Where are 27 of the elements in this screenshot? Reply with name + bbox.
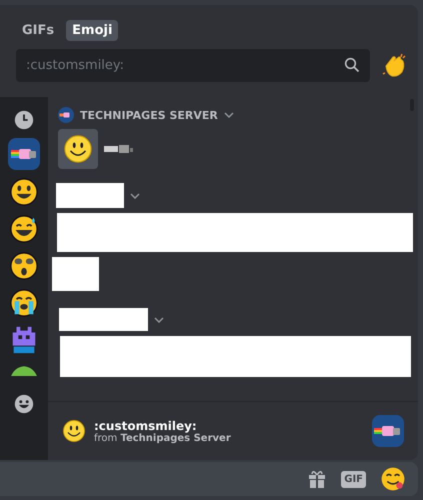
grinning-face-icon[interactable] <box>9 177 39 207</box>
yum-face-icon[interactable] <box>380 466 406 492</box>
redacted-block <box>52 257 99 291</box>
picker-tab[interactable]: GIFs <box>16 20 60 41</box>
smiley-icon[interactable] <box>13 393 35 415</box>
sweat-smile-face-icon[interactable] <box>9 214 39 244</box>
chevron-down-icon[interactable] <box>130 192 140 198</box>
redacted-block <box>56 183 124 208</box>
emoji-tile[interactable] <box>58 129 98 169</box>
chevron-down-icon[interactable] <box>224 112 234 118</box>
emoji-source: from Technipages Server <box>94 432 232 444</box>
astonished-face-icon[interactable] <box>9 251 39 281</box>
search-icon <box>344 57 360 73</box>
gif-button[interactable]: GIF <box>341 470 366 488</box>
section-title: TECHNIPAGES SERVER <box>80 108 218 122</box>
gift-icon[interactable] <box>307 469 328 489</box>
server-icon[interactable] <box>8 138 40 170</box>
clapping-hands-icon[interactable] <box>380 52 408 80</box>
crying-face-icon[interactable] <box>9 288 39 318</box>
search-field[interactable]: :customsmiley: <box>16 49 370 82</box>
smiley-face-icon <box>62 419 86 443</box>
server-icon <box>372 415 404 447</box>
clock-icon[interactable] <box>13 109 35 131</box>
emoji-name: :customsmiley: <box>94 418 198 432</box>
server-icon <box>58 107 74 123</box>
picker-tab[interactable]: Emoji <box>66 20 118 41</box>
chevron-down-icon[interactable] <box>154 316 164 322</box>
